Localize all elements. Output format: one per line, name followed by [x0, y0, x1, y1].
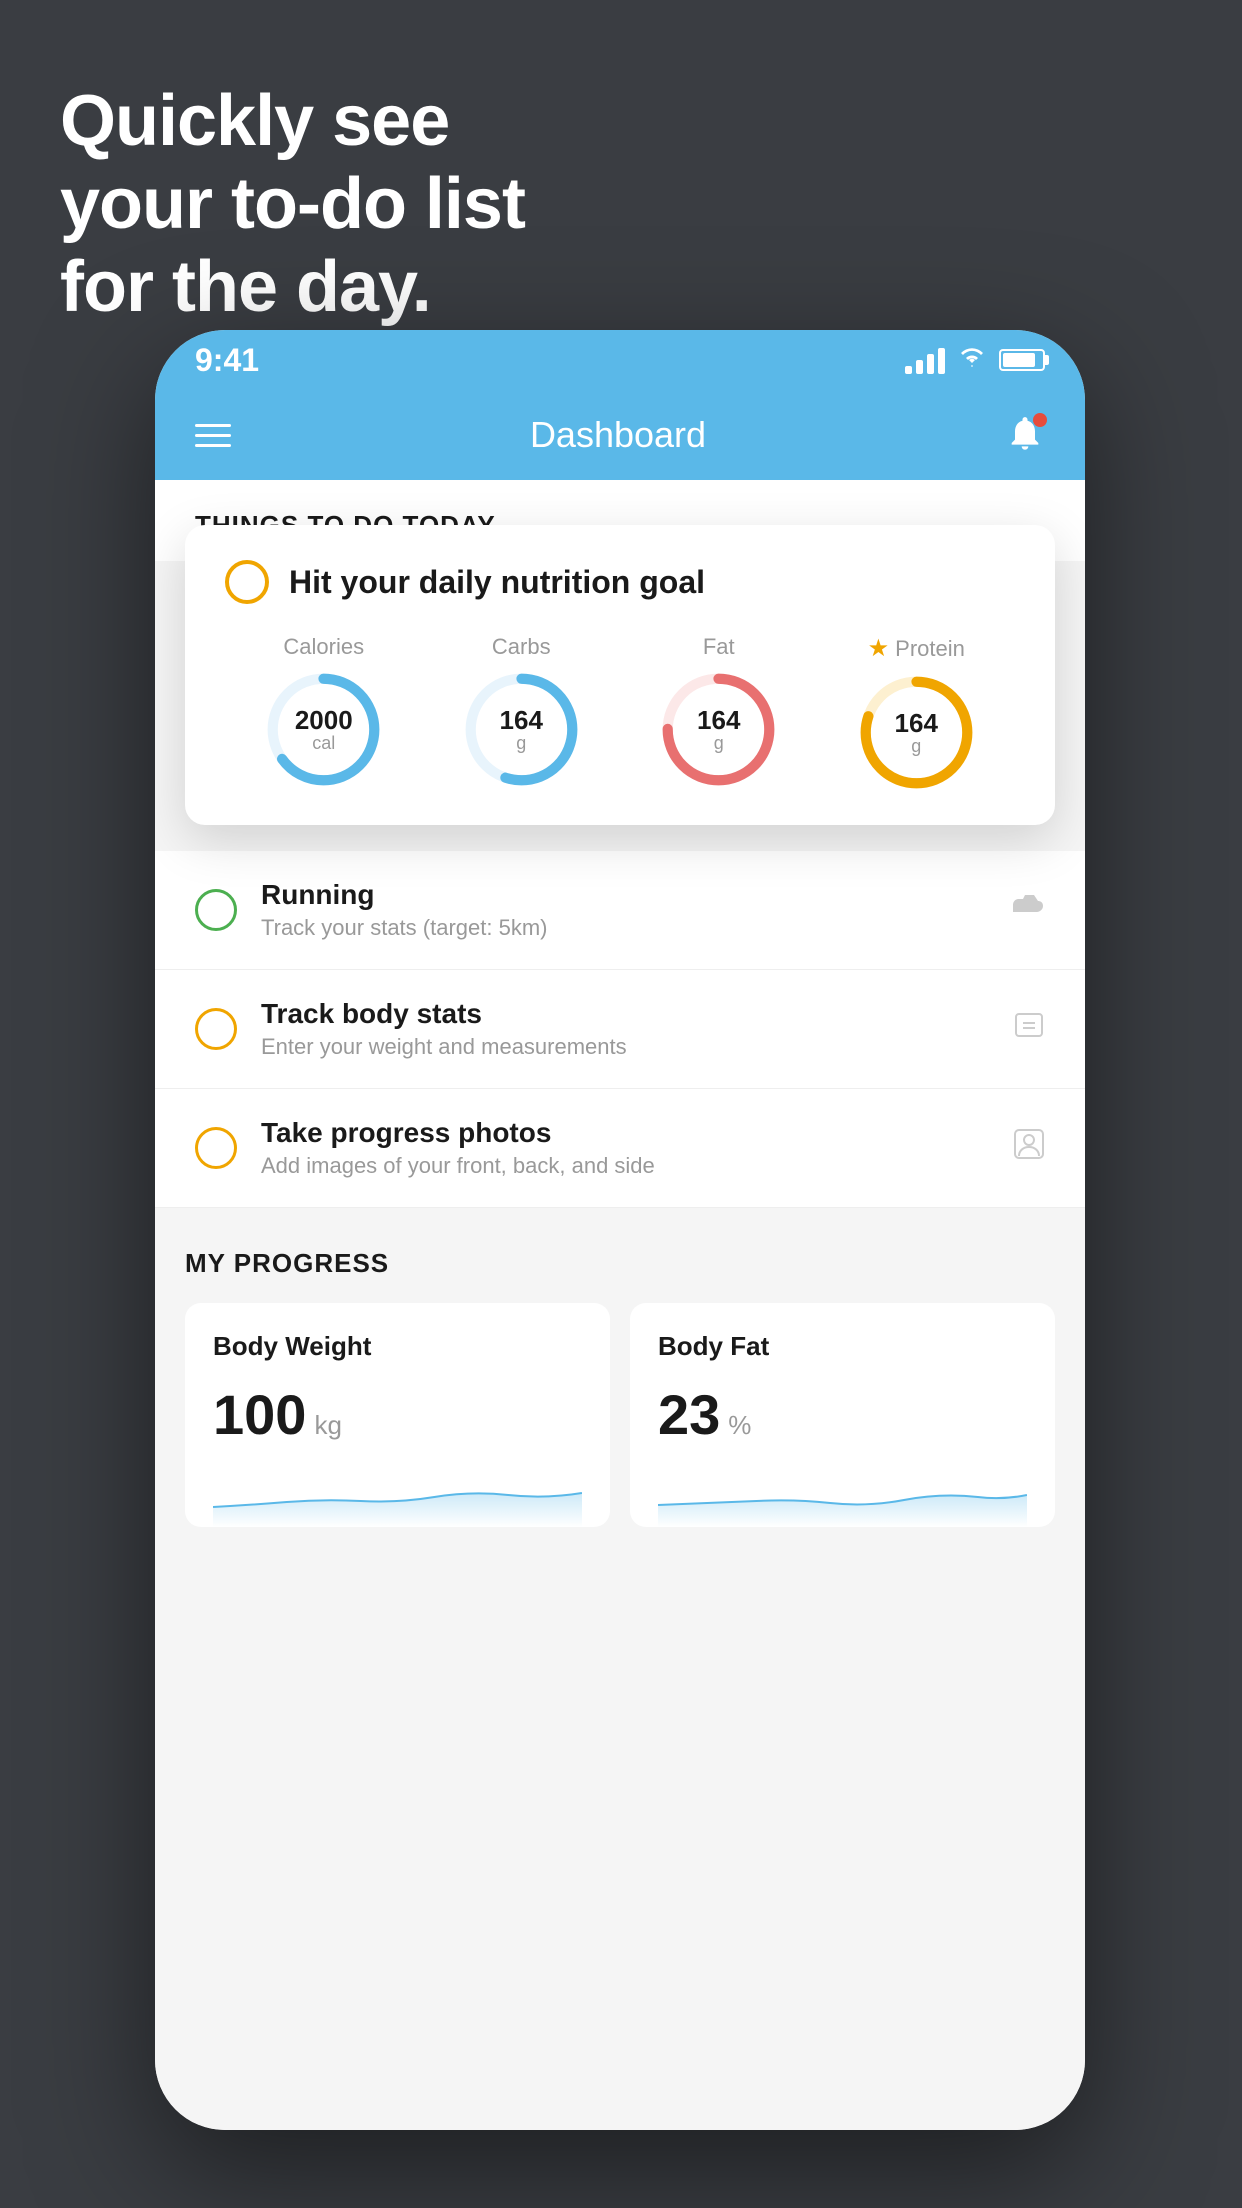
body-weight-title: Body Weight — [213, 1331, 582, 1362]
progress-section: MY PROGRESS Body Weight 100 kg — [155, 1208, 1085, 1557]
protein-value: 164 — [895, 708, 938, 737]
star-icon: ★ — [868, 634, 890, 663]
progress-section-title: MY PROGRESS — [185, 1248, 1055, 1279]
body-stats-title: Track body stats — [261, 998, 989, 1030]
todo-list: Running Track your stats (target: 5km) T… — [155, 851, 1085, 1208]
carbs-value: 164 — [500, 705, 543, 734]
body-fat-card: Body Fat 23 % — [630, 1303, 1055, 1527]
carbs-label: Carbs — [492, 634, 551, 660]
nutrition-card-header: Hit your daily nutrition goal — [225, 560, 1015, 604]
nutrition-check-circle[interactable] — [225, 560, 269, 604]
running-title: Running — [261, 879, 987, 911]
body-stats-check-circle — [195, 1008, 237, 1050]
body-fat-value-row: 23 % — [658, 1382, 1027, 1447]
progress-cards: Body Weight 100 kg — [185, 1303, 1055, 1527]
body-weight-value-row: 100 kg — [213, 1382, 582, 1447]
headline: Quickly see your to-do list for the day. — [60, 80, 525, 328]
carbs-unit: g — [516, 733, 526, 753]
body-fat-chart — [658, 1467, 1027, 1527]
body-weight-card: Body Weight 100 kg — [185, 1303, 610, 1527]
person-icon — [1013, 1128, 1045, 1168]
body-weight-chart — [213, 1467, 582, 1527]
body-fat-unit: % — [728, 1410, 751, 1441]
todo-running[interactable]: Running Track your stats (target: 5km) — [155, 851, 1085, 970]
protein-unit: g — [911, 736, 921, 756]
headline-line2: your to-do list — [60, 163, 525, 246]
nutrition-fat: Fat 164 g — [661, 634, 776, 787]
notification-dot — [1033, 413, 1047, 427]
status-bar: 9:41 — [155, 330, 1085, 390]
todo-photos[interactable]: Take progress photos Add images of your … — [155, 1089, 1085, 1208]
status-icons — [905, 345, 1045, 376]
scale-icon — [1013, 1009, 1045, 1049]
shoe-icon — [1011, 892, 1045, 928]
headline-line1: Quickly see — [60, 80, 525, 163]
headline-line3: for the day. — [60, 246, 525, 329]
calories-label: Calories — [283, 634, 364, 660]
running-text: Running Track your stats (target: 5km) — [261, 879, 987, 941]
body-stats-subtitle: Enter your weight and measurements — [261, 1034, 989, 1060]
nutrition-carbs: Carbs 164 g — [464, 634, 579, 787]
calories-donut: 2000 cal — [266, 672, 381, 787]
status-time: 9:41 — [195, 342, 259, 379]
signal-icon — [905, 346, 945, 374]
app-header: Dashboard — [155, 390, 1085, 480]
running-subtitle: Track your stats (target: 5km) — [261, 915, 987, 941]
calories-value: 2000 — [295, 705, 353, 734]
protein-donut: 164 g — [859, 675, 974, 790]
calories-unit: cal — [312, 733, 335, 753]
phone-frame: 9:41 Dashb — [155, 330, 1085, 2130]
menu-icon[interactable] — [195, 424, 231, 447]
header-title: Dashboard — [530, 414, 706, 456]
fat-donut: 164 g — [661, 672, 776, 787]
photos-check-circle — [195, 1127, 237, 1169]
todo-body-stats[interactable]: Track body stats Enter your weight and m… — [155, 970, 1085, 1089]
fat-label: Fat — [703, 634, 735, 660]
notification-bell-icon[interactable] — [1005, 413, 1045, 457]
body-stats-text: Track body stats Enter your weight and m… — [261, 998, 989, 1060]
body-weight-value: 100 — [213, 1382, 306, 1447]
phone-content: THINGS TO DO TODAY Hit your daily nutrit… — [155, 480, 1085, 2130]
fat-value: 164 — [697, 705, 740, 734]
protein-label: ★ Protein — [868, 634, 965, 663]
body-fat-title: Body Fat — [658, 1331, 1027, 1362]
nutrition-card: Hit your daily nutrition goal Calories 2… — [185, 525, 1055, 825]
battery-icon — [999, 349, 1045, 371]
wifi-icon — [957, 345, 987, 376]
nutrition-calories: Calories 2000 cal — [266, 634, 381, 787]
photos-subtitle: Add images of your front, back, and side — [261, 1153, 989, 1179]
nutrition-card-title: Hit your daily nutrition goal — [289, 564, 705, 601]
body-fat-value: 23 — [658, 1382, 720, 1447]
body-weight-unit: kg — [314, 1410, 341, 1441]
photos-text: Take progress photos Add images of your … — [261, 1117, 989, 1179]
photos-title: Take progress photos — [261, 1117, 989, 1149]
nutrition-protein: ★ Protein 164 g — [859, 634, 974, 790]
running-check-circle — [195, 889, 237, 931]
fat-unit: g — [714, 733, 724, 753]
nutrition-grid: Calories 2000 cal Carbs — [225, 634, 1015, 790]
carbs-donut: 164 g — [464, 672, 579, 787]
